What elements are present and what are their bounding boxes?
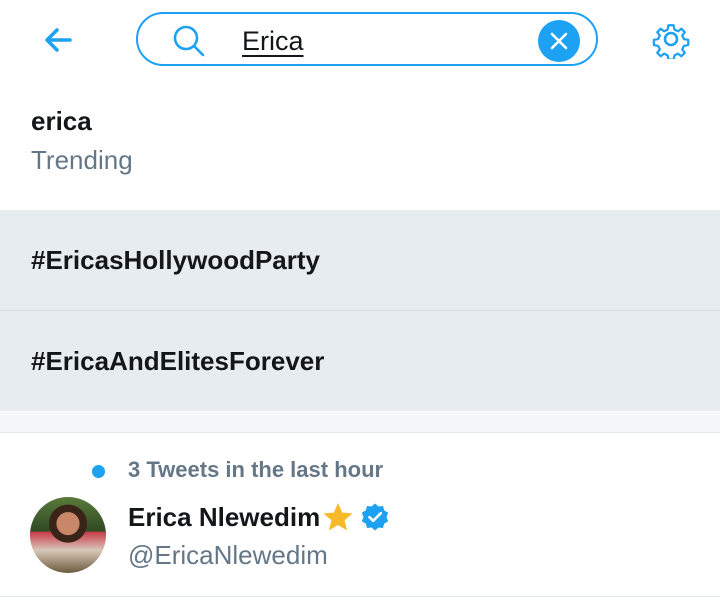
activity-dot-icon [92,465,105,478]
settings-button[interactable] [648,16,694,62]
search-input[interactable]: Erica [136,12,598,66]
section-divider [0,412,720,433]
account-suggestion[interactable]: 3 Tweets in the last hour Erica Nlewedim… [0,433,720,608]
activity-count: 3 Tweets in the last hour [128,457,384,482]
clear-search-button[interactable] [538,20,580,62]
suggestion-hashtag-1[interactable]: #EricasHollywoodParty [0,210,720,310]
search-header: Erica [0,0,720,88]
suggestion-trending-erica[interactable]: erica Trending [0,96,720,208]
suggestion-hashtag-2[interactable]: #EricaAndElitesForever [0,311,720,411]
account-name-row: Erica Nlewedim [128,501,390,533]
verified-badge-icon [360,502,390,532]
hashtag-label: #EricaAndElitesForever [31,346,325,376]
star-emoji-icon [322,501,354,533]
suggestion-title: erica [31,106,92,136]
account-handle: @EricaNlewedim [128,540,328,570]
suggestion-subtitle: Trending [31,145,133,175]
gear-icon [652,24,690,59]
search-icon [173,25,205,57]
hashtag-label: #EricasHollywoodParty [31,245,320,275]
back-button[interactable] [36,18,80,62]
account-name: Erica Nlewedim [128,501,321,532]
avatar[interactable] [30,497,106,573]
search-query-text[interactable]: Erica [242,24,304,58]
divider [0,596,720,597]
arrow-left-icon [45,28,72,52]
close-icon [550,32,568,50]
